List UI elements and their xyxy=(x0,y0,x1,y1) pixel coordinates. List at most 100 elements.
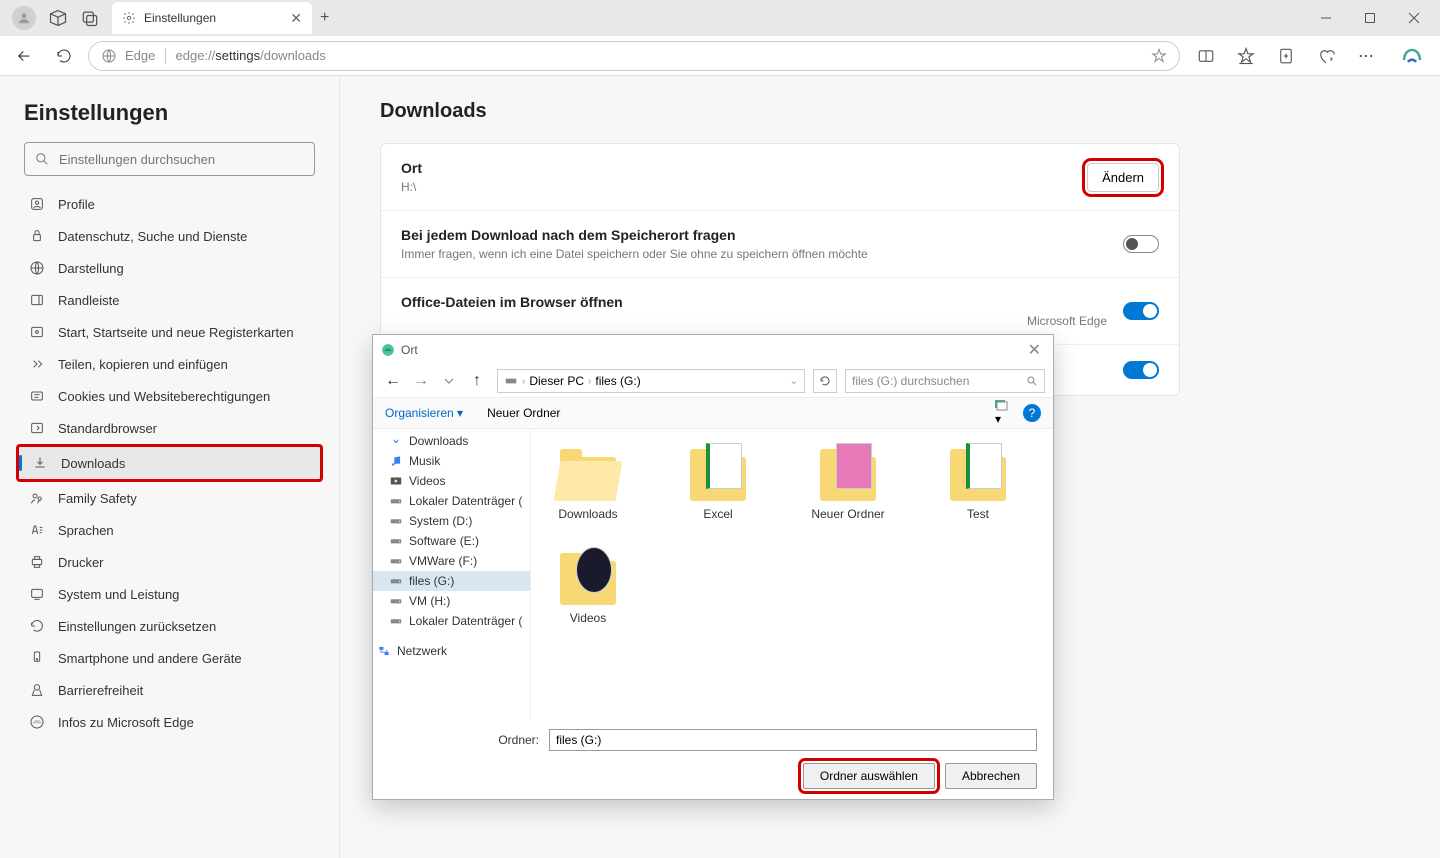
tree-item[interactable]: System (D:) xyxy=(373,511,530,531)
sidebar-item-7[interactable]: Standardbrowser xyxy=(16,412,323,444)
breadcrumb[interactable]: › Dieser PC › files (G:) ⌄ xyxy=(497,369,805,393)
ask-row: Bei jedem Download nach dem Speicherort … xyxy=(381,211,1179,278)
drive-icon xyxy=(389,534,403,548)
refresh-button[interactable] xyxy=(48,40,80,72)
tree-item[interactable]: VMWare (F:) xyxy=(373,551,530,571)
tree-item[interactable]: Videos xyxy=(373,471,530,491)
sidebar-item-14[interactable]: Smartphone und andere Geräte xyxy=(16,642,323,674)
folder-field-input[interactable] xyxy=(549,729,1037,751)
drive-icon xyxy=(389,494,403,508)
video-icon xyxy=(389,474,403,488)
dialog-file-pane[interactable]: Downloads Excel Neuer Ordner Test Videos xyxy=(531,429,1053,719)
view-menu[interactable]: ▾ xyxy=(995,400,1011,426)
folder-picker-dialog: Ort ✕ ← → ↑ › Dieser PC › files (G:) ⌄ f… xyxy=(372,334,1054,800)
dialog-recent-dropdown[interactable] xyxy=(437,369,461,393)
sidebar-item-0[interactable]: Profile xyxy=(16,188,323,220)
sidebar-item-2[interactable]: Darstellung xyxy=(16,252,323,284)
back-button[interactable] xyxy=(8,40,40,72)
location-path: H:\ xyxy=(401,180,1087,194)
profile-avatar[interactable] xyxy=(12,6,36,30)
tree-item[interactable]: Software (E:) xyxy=(373,531,530,551)
sidebar-item-8[interactable]: Downloads xyxy=(16,444,323,482)
tree-item[interactable]: Musik xyxy=(373,451,530,471)
dialog-search[interactable]: files (G:) durchsuchen xyxy=(845,369,1045,393)
select-folder-button[interactable]: Ordner auswählen xyxy=(803,763,935,789)
sidebar-heading: Einstellungen xyxy=(24,100,323,126)
sidebar-item-6[interactable]: Cookies und Websiteberechtigungen xyxy=(16,380,323,412)
browser-tab[interactable]: Einstellungen ✕ xyxy=(112,2,312,34)
dialog-tree[interactable]: DownloadsMusikVideosLokaler Datenträger … xyxy=(373,429,531,719)
menu-button[interactable] xyxy=(1348,40,1384,72)
settings-search[interactable] xyxy=(24,142,315,176)
sidebar-icon xyxy=(28,388,46,404)
favorite-icon[interactable] xyxy=(1151,48,1167,64)
sidebar-icon xyxy=(28,260,46,276)
breadcrumb-pc[interactable]: Dieser PC xyxy=(529,374,584,388)
office-sub: Microsoft Edge xyxy=(401,314,1107,328)
split-screen-icon[interactable] xyxy=(1188,40,1224,72)
dialog-back-button[interactable]: ← xyxy=(381,369,405,393)
office-toggle[interactable] xyxy=(1123,302,1159,320)
minimize-button[interactable] xyxy=(1304,0,1348,36)
new-folder-button[interactable]: Neuer Ordner xyxy=(487,406,560,420)
extensions-icon[interactable] xyxy=(1308,40,1344,72)
content-heading: Downloads xyxy=(380,100,1400,123)
address-bar[interactable]: Edge | edge://settings/downloads xyxy=(88,41,1180,71)
ask-toggle[interactable] xyxy=(1123,235,1159,253)
settings-search-input[interactable] xyxy=(59,152,304,167)
tab-close-icon[interactable]: ✕ xyxy=(290,10,302,27)
file-item[interactable]: Videos xyxy=(543,545,633,625)
sidebar-icon xyxy=(28,650,46,666)
tree-item[interactable]: VM (H:) xyxy=(373,591,530,611)
sidebar-item-15[interactable]: Barrierefreiheit xyxy=(16,674,323,706)
breadcrumb-dropdown[interactable]: ⌄ xyxy=(790,376,798,387)
collections-icon[interactable] xyxy=(1268,40,1304,72)
network-icon xyxy=(377,644,391,658)
breadcrumb-drive[interactable]: files (G:) xyxy=(595,374,640,388)
sidebar-label: Downloads xyxy=(61,456,125,471)
sidebar-label: Einstellungen zurücksetzen xyxy=(58,619,216,634)
favorites-icon[interactable] xyxy=(1228,40,1264,72)
file-item[interactable]: Test xyxy=(933,441,1023,521)
dialog-refresh-button[interactable] xyxy=(813,369,837,393)
folder-field-label: Ordner: xyxy=(389,733,539,747)
close-button[interactable] xyxy=(1392,0,1436,36)
tree-item[interactable]: Lokaler Datenträger ( xyxy=(373,611,530,631)
dialog-close-icon[interactable]: ✕ xyxy=(1024,336,1045,364)
gear-icon xyxy=(122,11,136,25)
file-item[interactable]: Neuer Ordner xyxy=(803,441,893,521)
maximize-button[interactable] xyxy=(1348,0,1392,36)
sidebar-label: Profile xyxy=(58,197,95,212)
sidebar-item-10[interactable]: Sprachen xyxy=(16,514,323,546)
sidebar-item-11[interactable]: Drucker xyxy=(16,546,323,578)
sidebar-item-1[interactable]: Datenschutz, Suche und Dienste xyxy=(16,220,323,252)
copilot-icon[interactable] xyxy=(1400,44,1424,68)
addr-prefix: Edge xyxy=(125,48,155,63)
cancel-button[interactable]: Abbrechen xyxy=(945,763,1037,789)
organize-menu[interactable]: Organisieren ▾ xyxy=(385,406,463,420)
office-title: Office-Dateien im Browser öffnen xyxy=(401,294,1107,310)
tree-item[interactable]: Lokaler Datenträger ( xyxy=(373,491,530,511)
sidebar-item-16[interactable]: Infos zu Microsoft Edge xyxy=(16,706,323,738)
file-item[interactable]: Excel xyxy=(673,441,763,521)
sidebar-item-5[interactable]: Teilen, kopieren und einfügen xyxy=(16,348,323,380)
help-icon[interactable]: ? xyxy=(1023,404,1041,422)
tree-item[interactable]: Downloads xyxy=(373,431,530,451)
tree-item[interactable]: files (G:) xyxy=(373,571,530,591)
sidebar-item-13[interactable]: Einstellungen zurücksetzen xyxy=(16,610,323,642)
sidebar-item-9[interactable]: Family Safety xyxy=(16,482,323,514)
workspace-icon[interactable] xyxy=(48,8,68,28)
sidebar-item-3[interactable]: Randleiste xyxy=(16,284,323,316)
sidebar-item-12[interactable]: System und Leistung xyxy=(16,578,323,610)
new-tab-button[interactable]: + xyxy=(320,9,329,27)
dialog-up-button[interactable]: ↑ xyxy=(465,369,489,393)
drive-icon xyxy=(389,614,403,628)
tab-actions-icon[interactable] xyxy=(80,8,100,28)
file-item[interactable]: Downloads xyxy=(543,441,633,521)
tree-item[interactable]: Netzwerk xyxy=(373,641,530,661)
row4-toggle[interactable] xyxy=(1123,361,1159,379)
music-icon xyxy=(389,454,403,468)
sidebar-label: Infos zu Microsoft Edge xyxy=(58,715,194,730)
change-location-button[interactable]: Ändern xyxy=(1087,163,1159,192)
sidebar-item-4[interactable]: Start, Startseite und neue Registerkarte… xyxy=(16,316,323,348)
